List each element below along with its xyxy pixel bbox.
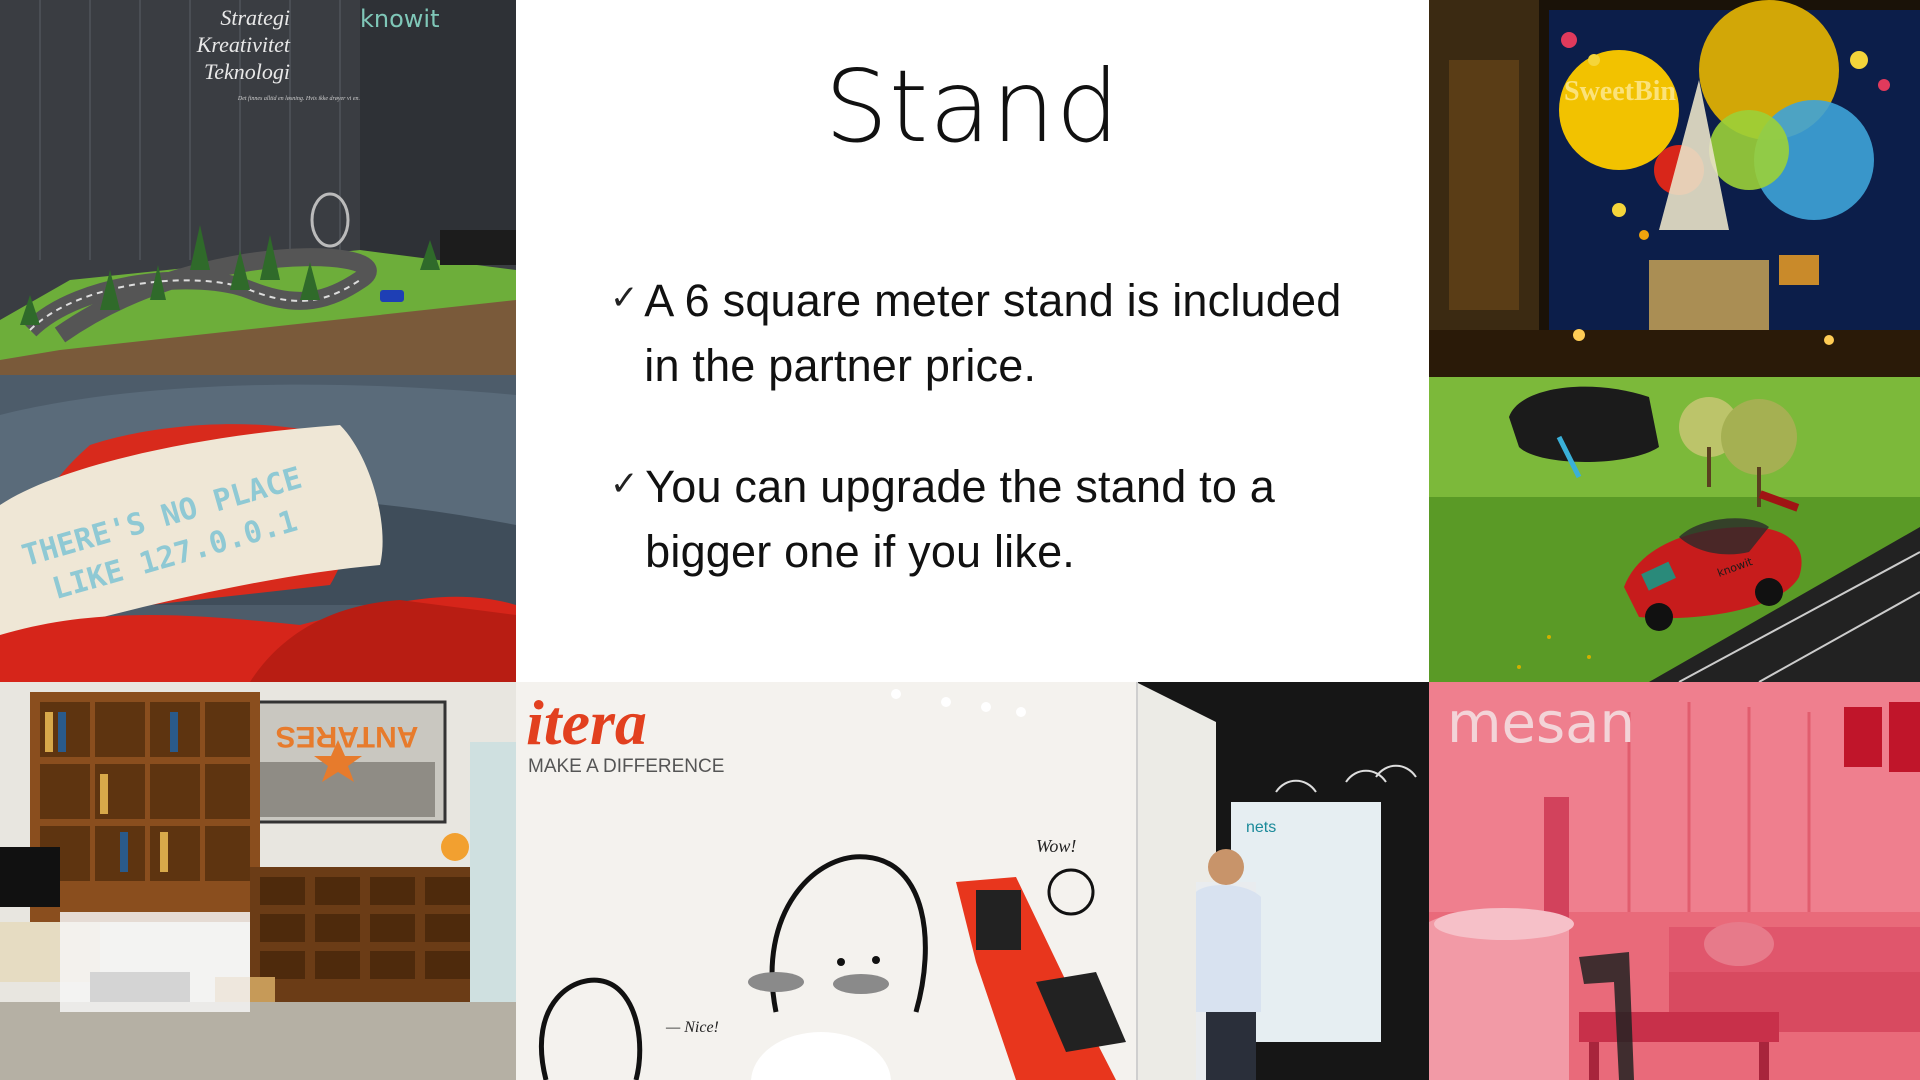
- photo-sweetbin-stand: SweetBin: [1429, 0, 1920, 377]
- track-sign-2: Kreativitet: [196, 32, 291, 57]
- antares-sign: ANTARES: [276, 720, 419, 753]
- bullet-text: You can upgrade the stand to a bigger on…: [645, 461, 1275, 577]
- check-icon: ✓: [610, 464, 639, 504]
- track-sign-3: Teknologi: [204, 59, 290, 84]
- itera-logo: itera: [526, 687, 647, 758]
- track-sign-1: Strategi: [220, 5, 290, 30]
- bullet-item: ✓ You can upgrade the stand to a bigger …: [610, 454, 1370, 584]
- doodle-nice: — Nice!: [665, 1019, 719, 1036]
- slide-content: Stand ✓ A 6 square meter stand is includ…: [516, 0, 1429, 682]
- photo-pillow-sofa: THERE'S NO PLACE LIKE 127.0.0.1: [0, 375, 516, 682]
- photo-slot-car-track: Strategi Kreativitet Teknologi knowit De…: [0, 0, 516, 375]
- photo-red-toy-car: knowit: [1429, 377, 1920, 682]
- doodle-wow: Wow!: [1036, 836, 1076, 856]
- bullet-item: ✓ A 6 square meter stand is included in …: [610, 268, 1370, 398]
- photo-mesan-stand: mesan: [1429, 682, 1920, 1080]
- nets-logo: nets: [1246, 819, 1276, 836]
- bullet-list: ✓ A 6 square meter stand is included in …: [610, 268, 1370, 640]
- track-caption: Det finnes alltid en løsning. Hvis ikke …: [237, 95, 360, 102]
- photo-antares-stand: ANTARES: [0, 682, 516, 1080]
- sweetbin-logo: SweetBin: [1564, 76, 1676, 107]
- bullet-text: A 6 square meter stand is included in th…: [644, 275, 1342, 391]
- itera-tagline: MAKE A DIFFERENCE: [528, 756, 724, 777]
- check-icon: ✓: [610, 278, 639, 318]
- photo-itera-stand: itera MAKE A DIFFERENCE Wow! — Nice! net…: [516, 682, 1429, 1080]
- slide-title: Stand: [824, 48, 1121, 165]
- knowit-logo: knowit: [360, 5, 440, 33]
- mesan-logo: mesan: [1447, 691, 1635, 756]
